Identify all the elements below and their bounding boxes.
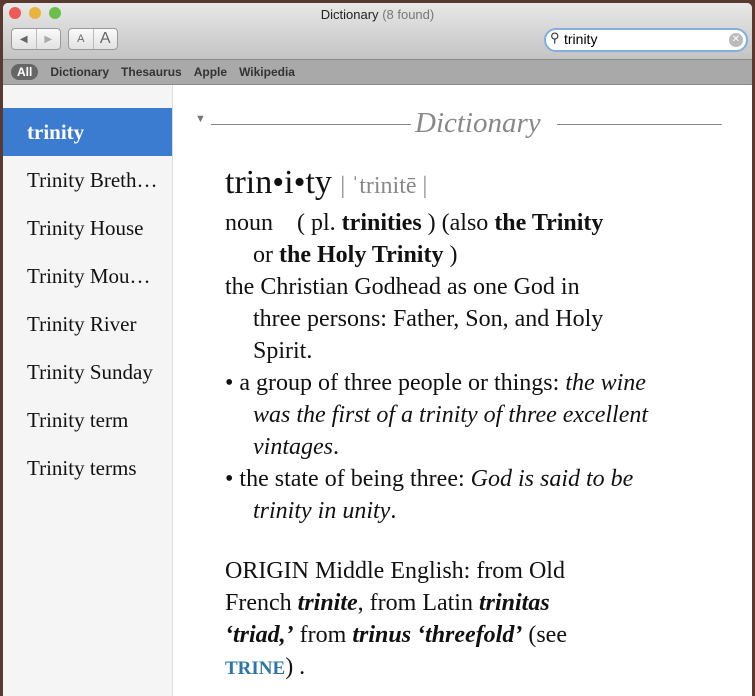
- back-icon[interactable]: ◀: [12, 29, 37, 49]
- search-value: trinity: [564, 31, 598, 47]
- example: the wine: [565, 370, 646, 396]
- dictionary-window: Dictionary (8 found) ◀ ▶ A A ⚲ trinity ✕…: [3, 3, 752, 696]
- origin: French trinite, from Latin trinitas: [225, 587, 648, 619]
- result-item[interactable]: Trinity term: [3, 396, 172, 444]
- text: ): [443, 242, 458, 268]
- example: trinity in unity: [253, 498, 391, 524]
- text: ) .: [285, 654, 306, 680]
- definition-2: vintages.: [225, 431, 648, 463]
- divider: [211, 124, 411, 125]
- definition-pane: ▼ Dictionary trin•i•ty | ˈtrinitē | noun…: [173, 85, 752, 696]
- text: from: [293, 622, 353, 648]
- example: vintages: [253, 434, 333, 460]
- text: the Trinity: [494, 210, 604, 236]
- nav-buttons: ◀ ▶: [11, 28, 61, 50]
- text: ) (also: [421, 210, 495, 236]
- title-bar: Dictionary (8 found) ◀ ▶ A A ⚲ trinity ✕: [3, 3, 752, 59]
- section-title: Dictionary: [415, 107, 541, 139]
- text: , from Latin: [357, 590, 479, 616]
- text: ‘triad,’: [225, 622, 294, 648]
- text: .: [390, 498, 397, 524]
- example: God is said to be: [470, 466, 634, 492]
- scope-apple[interactable]: Apple: [194, 65, 227, 79]
- text: French: [225, 590, 298, 616]
- pos-line-cont: or the Holy Trinity ): [225, 239, 648, 271]
- definition-2: was the first of a trinity of three exce…: [225, 399, 648, 431]
- definition-2: • a group of three people or things: the…: [225, 367, 648, 399]
- section-header: ▼ Dictionary: [195, 105, 722, 141]
- headword-line: trin•i•ty | ˈtrinitē |: [225, 161, 648, 207]
- text: trinitas: [478, 590, 550, 616]
- trine-link[interactable]: TRINE: [225, 658, 285, 679]
- forward-icon[interactable]: ▶: [37, 29, 61, 49]
- definition-3: • the state of being three: God is said …: [225, 463, 648, 495]
- text: trinite: [297, 590, 358, 616]
- results-sidebar: trinity Trinity Breth… Trinity House Tri…: [3, 85, 173, 696]
- text: trinities: [341, 210, 422, 236]
- text: • the state of being three:: [225, 466, 471, 492]
- text: (see: [522, 622, 567, 648]
- scope-dictionary[interactable]: Dictionary: [50, 65, 109, 79]
- result-item[interactable]: Trinity House: [3, 204, 172, 252]
- text: the Holy Trinity: [279, 242, 444, 268]
- headword: trin•i•ty: [225, 164, 332, 201]
- pronunciation: | ˈtrinitē |: [340, 173, 428, 199]
- divider: [557, 124, 722, 125]
- window-title: Dictionary (8 found): [320, 7, 435, 22]
- result-item[interactable]: Trinity Breth…: [3, 156, 172, 204]
- origin: ORIGIN Middle English: from Old: [225, 558, 565, 584]
- scope-bar: All Dictionary Thesaurus Apple Wikipedia: [3, 59, 752, 85]
- font-size-buttons: A A: [68, 28, 118, 50]
- result-item[interactable]: Trinity terms: [3, 444, 172, 492]
- search-input[interactable]: ⚲ trinity ✕: [544, 28, 748, 52]
- scope-wikipedia[interactable]: Wikipedia: [239, 65, 295, 79]
- text: or: [253, 242, 279, 268]
- part-of-speech: noun: [225, 210, 273, 236]
- entry-body: trin•i•ty | ˈtrinitē | noun ( pl. trinit…: [225, 161, 648, 683]
- origin: ‘triad,’ from trinus ‘threefold’ (see: [225, 619, 648, 651]
- text: ( pl.: [297, 210, 342, 236]
- result-item[interactable]: Trinity River: [3, 300, 172, 348]
- smaller-font-button[interactable]: A: [69, 29, 94, 49]
- example: was the first of a trinity of three exce…: [253, 402, 649, 428]
- result-item[interactable]: Trinity Sunday: [3, 348, 172, 396]
- result-item[interactable]: trinity: [3, 108, 172, 156]
- disclosure-triangle-icon[interactable]: ▼: [195, 113, 206, 125]
- definition-3: trinity in unity.: [225, 495, 648, 527]
- clear-search-icon[interactable]: ✕: [729, 33, 743, 47]
- scope-all[interactable]: All: [11, 64, 39, 80]
- definition-1: three persons: Father, Son, and Holy: [253, 306, 604, 332]
- larger-font-button[interactable]: A: [94, 29, 118, 49]
- definition-1: Spirit.: [253, 338, 313, 364]
- definition-1: the Christian Godhead as one God in: [225, 274, 580, 300]
- origin: TRINE) .: [225, 651, 648, 683]
- magnifier-icon: ⚲: [550, 30, 560, 45]
- scope-thesaurus[interactable]: Thesaurus: [121, 65, 182, 79]
- text: trinus ‘threefold’: [352, 622, 523, 648]
- result-item[interactable]: Trinity Mou…: [3, 252, 172, 300]
- pos-line: noun ( pl. trinities ) (also the Trinity: [225, 207, 648, 239]
- text: • a group of three people or things:: [225, 370, 566, 396]
- text: .: [332, 434, 339, 460]
